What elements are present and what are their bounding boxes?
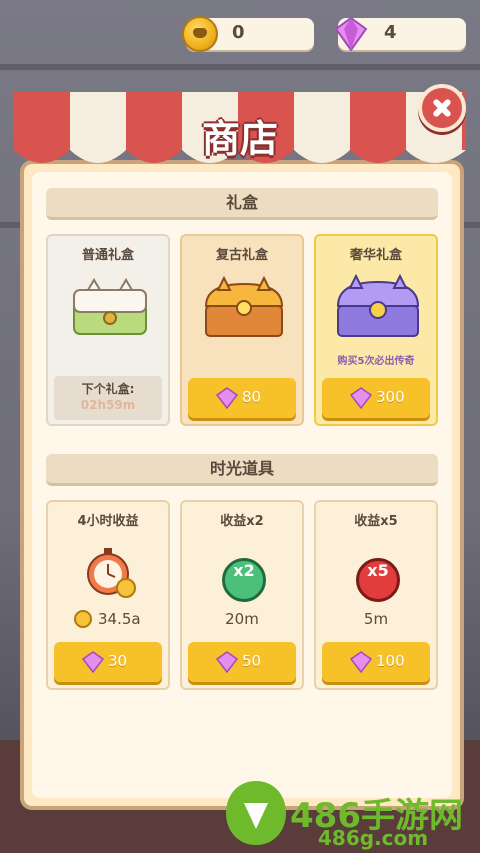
wall-stripe [0,64,480,70]
price: 30 [108,652,128,670]
gem-counter: 4 [334,16,466,52]
next-box-label: 下个礼盒: [81,382,135,396]
buy-luxury-box-button[interactable]: 300 [322,378,430,418]
gem-icon [334,16,368,52]
luxury-box-icon [336,274,420,337]
price: 80 [242,388,262,406]
card-luxury-box[interactable]: 奢华礼盒 购买5次必出传奇 300 [314,234,438,426]
gem-icon [350,387,372,409]
next-box-timer: 02h59m [80,398,136,412]
coin-icon [74,610,92,628]
duration-value: 5m [363,610,389,628]
price: 100 [376,652,405,670]
common-box-icon [73,278,147,335]
price: 300 [376,388,405,406]
coin-count: 0 [232,22,245,43]
x5-badge-icon: x5 [356,558,400,602]
shop-title: 商店 [201,117,278,161]
gem-icon [82,651,104,673]
gem-icon [350,651,372,673]
duration-value: 20m [225,610,259,628]
card-earnings-x2[interactable]: 收益x2 x2 20m 50 [180,500,304,690]
price: 50 [242,652,262,670]
luxury-box-note: 购买5次必出传奇 [337,356,415,367]
buy-retro-box-button[interactable]: 80 [188,378,296,418]
card-title: 普通礼盒 [81,248,134,263]
card-title: 复古礼盒 [215,248,268,263]
buy-4h-earnings-button[interactable]: 30 [54,642,162,682]
card-common-box[interactable]: 普通礼盒 下个礼盒: 02h59m [46,234,170,426]
card-4h-earnings[interactable]: 4小时收益 34.5a 30 [46,500,170,690]
watermark-site: 486g.com [318,826,429,850]
buy-earnings-x5-button[interactable]: 100 [322,642,430,682]
gem-count: 4 [384,22,397,43]
watermark-logo-icon [226,781,286,845]
card-title: 收益x5 [354,514,398,529]
card-title: 4小时收益 [77,514,139,529]
gem-icon [216,651,238,673]
next-box-timer-box: 下个礼盒: 02h59m [54,376,162,420]
card-title: 收益x2 [220,514,264,529]
card-title: 奢华礼盒 [349,248,402,263]
x2-badge-icon: x2 [222,558,266,602]
close-button[interactable] [418,84,466,132]
retro-box-icon [204,276,284,337]
coin-counter: 0 [182,16,314,52]
card-retro-box[interactable]: 复古礼盒 80 [180,234,304,426]
stopwatch-icon [87,548,136,598]
section-header-gift-boxes: 礼盒 [46,188,438,220]
buy-earnings-x2-button[interactable]: 50 [188,642,296,682]
gem-icon [216,387,238,409]
earnings-value: 34.5a [98,610,141,628]
card-earnings-x5[interactable]: 收益x5 x5 5m 100 [314,500,438,690]
coin-icon [182,16,218,52]
section-header-time-items: 时光道具 [46,454,438,486]
